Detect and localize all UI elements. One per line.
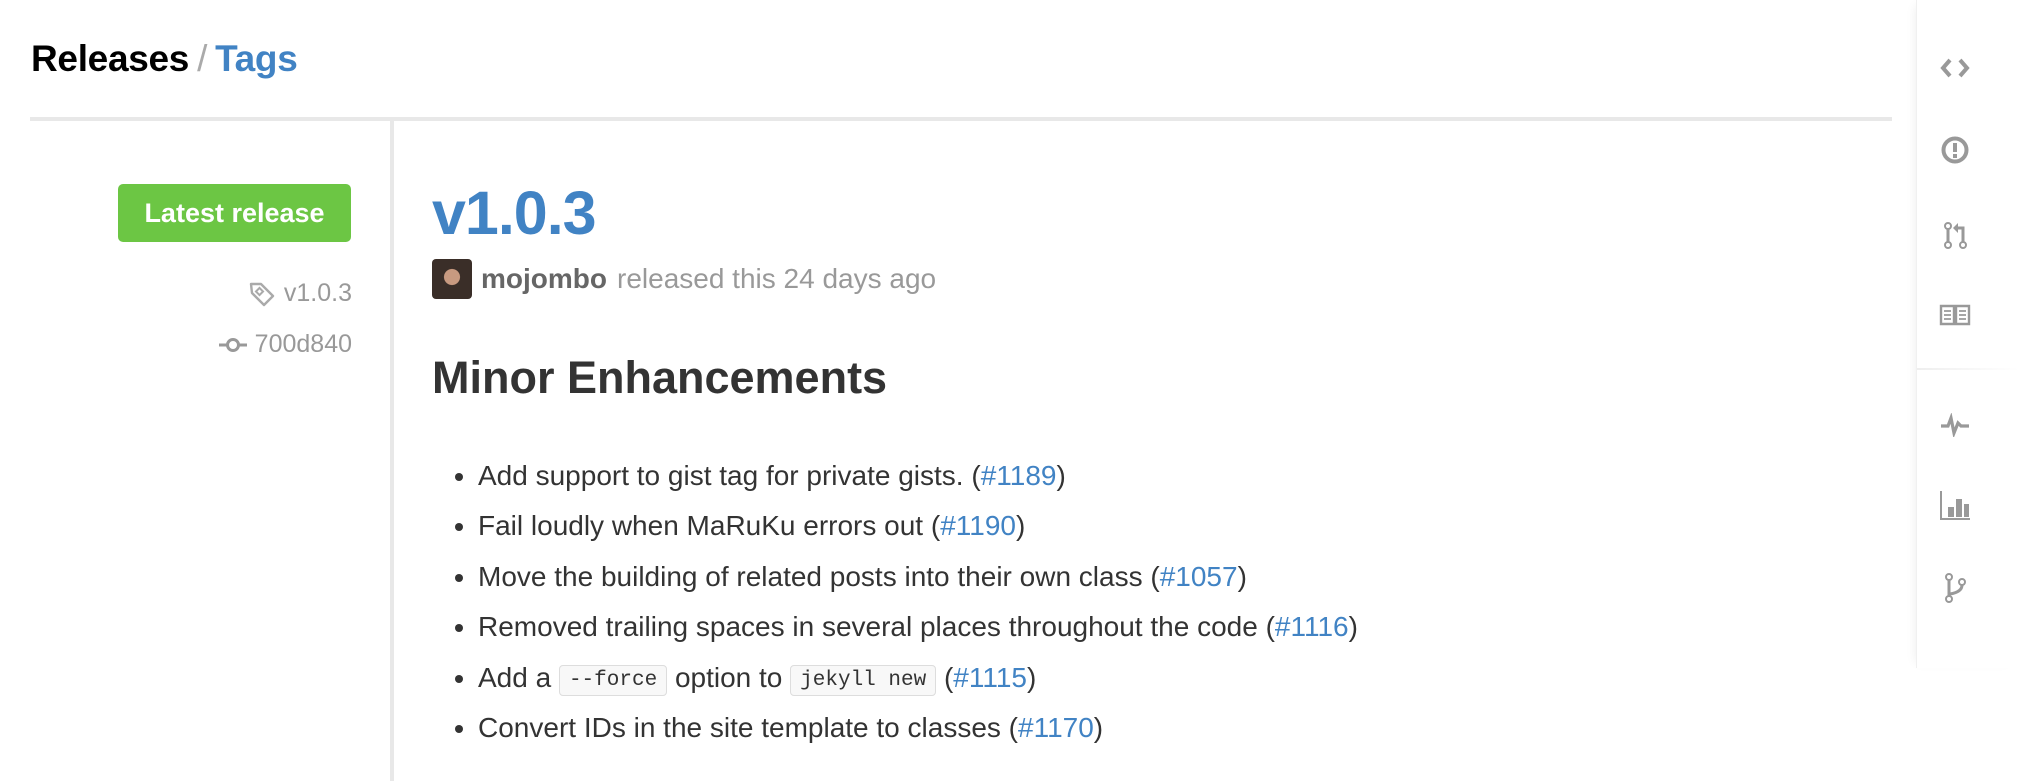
nav-pulse[interactable] <box>1937 407 1973 443</box>
pulse-icon <box>1941 413 1969 437</box>
nav-code[interactable] <box>1937 50 1973 86</box>
list-item: Add support to gist tag for private gist… <box>478 456 1358 506</box>
nav-graphs[interactable] <box>1937 487 1973 523</box>
issue-link[interactable]: #1190 <box>940 510 1016 541</box>
nav-divider <box>1917 368 2018 370</box>
release-notes-list: Add support to gist tag for private gist… <box>432 456 1358 758</box>
list-item: Removed trailing spaces in several place… <box>478 607 1358 657</box>
release-byline: mojombo released this 24 days ago <box>432 259 936 299</box>
pull-request-icon <box>1944 222 1967 249</box>
issue-link[interactable]: #1115 <box>953 662 1027 693</box>
released-time: released this 24 days ago <box>617 263 937 294</box>
issue-link[interactable]: #1057 <box>1160 561 1238 592</box>
list-item: Move the building of related posts into … <box>478 557 1358 607</box>
code-force: --force <box>558 664 668 696</box>
list-item: Convert IDs in the site template to clas… <box>478 708 1358 758</box>
header-divider <box>30 117 1892 121</box>
commit-sha: 700d840 <box>254 330 352 358</box>
tags-tab[interactable]: Tags <box>215 38 298 79</box>
release-title[interactable]: v1.0.3 <box>432 178 597 248</box>
commit-link[interactable]: 700d840 <box>100 330 352 359</box>
author-name[interactable]: mojombo <box>481 263 607 295</box>
tag-icon <box>249 283 275 307</box>
issue-link[interactable]: #1116 <box>1275 611 1349 642</box>
commit-icon <box>218 338 247 353</box>
repo-nav-rail <box>1916 0 2018 668</box>
issue-link[interactable]: #1189 <box>981 460 1057 491</box>
tag-name: v1.0.3 <box>283 279 352 307</box>
nav-network[interactable] <box>1937 570 1973 606</box>
wiki-icon <box>1939 304 1971 326</box>
tag-link[interactable]: v1.0.3 <box>100 279 352 308</box>
nav-pull-requests[interactable] <box>1937 217 1973 253</box>
page-header: Releases / Tags <box>31 38 298 80</box>
column-divider <box>390 121 394 781</box>
nav-wiki[interactable] <box>1937 297 1973 333</box>
graph-icon <box>1940 491 1970 520</box>
nav-issues[interactable] <box>1937 132 1973 168</box>
code-jekyll-new: jekyll new <box>790 664 937 696</box>
section-heading: Minor Enhancements <box>432 352 888 403</box>
list-item: Fail loudly when MaRuKu errors out (#119… <box>478 506 1358 556</box>
issue-link[interactable]: #1170 <box>1018 712 1094 743</box>
author-avatar[interactable] <box>432 259 472 299</box>
network-icon <box>1945 573 1966 603</box>
code-icon <box>1940 58 1970 78</box>
list-item: Add a --force option to jekyll new (#111… <box>478 658 1358 708</box>
latest-release-badge: Latest release <box>118 184 351 242</box>
breadcrumb-separator: / <box>197 38 208 79</box>
releases-tab[interactable]: Releases <box>31 38 189 79</box>
issue-icon <box>1941 136 1969 164</box>
